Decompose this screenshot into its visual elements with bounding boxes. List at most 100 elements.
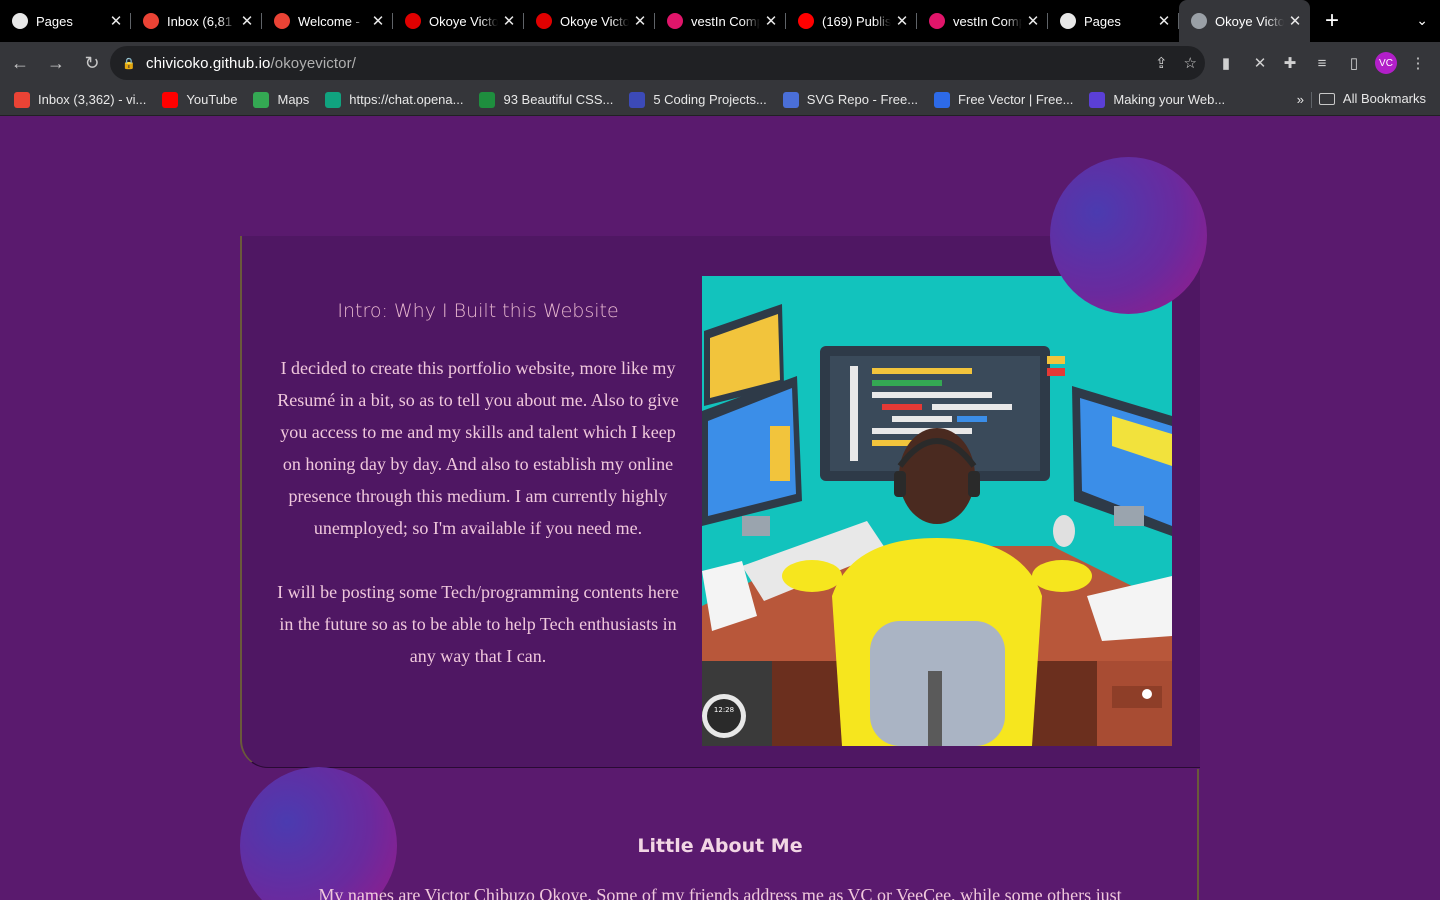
extensions-puzzle-icon[interactable]: ✚ (1278, 51, 1302, 75)
bookmark-item[interactable]: 93 Beautiful CSS... (479, 91, 614, 108)
intro-paragraph: I decided to create this portfolio websi… (277, 358, 679, 538)
extension-translate-icon[interactable]: ✕ (1248, 51, 1272, 75)
bookmark-favicon-icon (1089, 91, 1106, 108)
all-bookmarks-label: All Bookmarks (1342, 91, 1426, 106)
gmail-icon (274, 13, 290, 29)
all-bookmarks-button[interactable]: All Bookmarks (1318, 91, 1426, 106)
share-icon[interactable]: ⇪ (1155, 54, 1168, 72)
bookmark-label: https://chat.opena... (349, 92, 464, 107)
bookmark-item[interactable]: 5 Coding Projects... (629, 91, 767, 108)
browser-tab[interactable]: Welcome - ✕ (262, 0, 393, 42)
tab-close-icon[interactable]: ✕ (891, 12, 913, 30)
bookmark-item[interactable]: Inbox (3,362) - vi... (14, 91, 147, 108)
bookmarks-overflow-button[interactable]: » (1297, 92, 1304, 107)
tab-strip: Pages ✕ Inbox (6,81 ✕ Welcome - ✕ Okoye Victo… (0, 0, 1440, 42)
browser-tab[interactable]: Okoye Victo ✕ (393, 0, 524, 42)
bookmark-favicon-icon (782, 91, 799, 108)
bookmark-item[interactable]: https://chat.opena... (325, 91, 464, 108)
tab-close-icon[interactable]: ✕ (367, 12, 389, 30)
url-text[interactable]: chivicoko.github.io/okoyevictor/ (146, 55, 356, 72)
tab-close-icon[interactable]: ✕ (1022, 12, 1044, 30)
profile-avatar[interactable]: VC (1375, 52, 1397, 74)
intro-paragraph: I will be posting some Tech/programming … (277, 582, 679, 666)
about-text: My names are Victor Chibuzo Okoye. Some … (318, 885, 1122, 900)
bookmark-item[interactable]: Maps (253, 91, 310, 108)
bookmark-favicon-icon (253, 91, 270, 108)
github-icon (12, 13, 28, 29)
url-host: chivicoko.github.io (146, 54, 271, 72)
media-control-icon[interactable]: ≡ (1310, 51, 1334, 75)
vestin-icon (667, 13, 683, 29)
tab-title: (169) Publis (822, 13, 891, 29)
intro-title: Intro: Why I Built this Website (337, 300, 619, 322)
browser-tab[interactable]: Pages ✕ (0, 0, 131, 42)
browser-tab[interactable]: vestIn Comp ✕ (655, 0, 786, 42)
new-tab-button[interactable]: + (1310, 0, 1354, 42)
tab-title: Pages (1084, 13, 1121, 29)
developer-at-desk-image: 12:28 (702, 276, 1172, 746)
bookmark-item[interactable]: YouTube (162, 91, 237, 108)
bookmarks-divider (1311, 92, 1312, 108)
youtube-icon (798, 13, 814, 29)
bookmark-list: Inbox (3,362) - vi... YouTube Maps https://… (14, 91, 1241, 108)
tab-close-icon[interactable]: ✕ (236, 12, 258, 30)
browser-tab[interactable]: Okoye Victo ✕ (524, 0, 655, 42)
bookmark-label: SVG Repo - Free... (806, 92, 919, 107)
folder-icon (1318, 92, 1335, 105)
tab-close-icon[interactable]: ✕ (1284, 12, 1306, 30)
bookmark-red-icon (405, 13, 421, 29)
bookmark-favicon-icon (479, 91, 496, 108)
tab-search-icon[interactable]: ⌄ (1416, 12, 1428, 29)
bookmark-favicon-icon (629, 91, 646, 108)
bookmark-label: Free Vector | Free... (958, 92, 1074, 107)
clock-time-text: 12:28 (714, 706, 734, 714)
page-content: Intro: Why I Built this Website I decide… (0, 117, 1440, 900)
reload-button[interactable]: ↻ (76, 47, 108, 79)
developer-illustration: 12:28 (702, 276, 1172, 746)
tab-close-icon[interactable]: ✕ (1153, 12, 1175, 30)
browser-tab[interactable]: vestIn Comp ✕ (917, 0, 1048, 42)
github-icon (1060, 13, 1076, 29)
bookmark-label: 93 Beautiful CSS... (503, 92, 614, 107)
tab-close-icon[interactable]: ✕ (105, 12, 127, 30)
tab-title: Okoye Victo (429, 13, 498, 29)
bookmark-label: Maps (277, 92, 310, 107)
bookmark-item[interactable]: Making your Web... (1089, 91, 1226, 108)
bookmark-favicon-icon (325, 91, 342, 108)
intro-card: Intro: Why I Built this Website I decide… (240, 236, 1200, 768)
bookmark-red-icon (536, 13, 552, 29)
tab-close-icon[interactable]: ✕ (498, 12, 520, 30)
gmail-icon (143, 13, 159, 29)
url-path: /okoyevictor/ (270, 54, 356, 72)
about-title: Little About Me (637, 835, 803, 857)
tab-title: Okoye Victo (560, 13, 629, 29)
side-panel-icon[interactable]: ▯ (1342, 51, 1366, 75)
forward-button[interactable]: → (40, 47, 72, 79)
decorative-circle-top (1050, 157, 1207, 314)
address-bar[interactable]: 🔒 chivicoko.github.io/okoyevictor/ ⇪ ☆ (110, 46, 1205, 80)
tab-close-icon[interactable]: ✕ (760, 12, 782, 30)
bookmark-favicon-icon (162, 91, 179, 108)
tab-close-icon[interactable]: ✕ (629, 12, 651, 30)
bookmark-label: Making your Web... (1113, 92, 1226, 107)
bookmark-item[interactable]: SVG Repo - Free... (782, 91, 919, 108)
tab-title: Okoye Victo (1215, 13, 1284, 29)
tab-title: Welcome - (298, 13, 360, 29)
browser-tab[interactable]: Pages ✕ (1048, 0, 1179, 42)
back-button[interactable]: ← (4, 47, 36, 79)
bookmarks-bar: Inbox (3,362) - vi... YouTube Maps https://… (0, 84, 1440, 116)
browser-tab[interactable]: Okoye Victo ✕ (1179, 0, 1310, 42)
bookmark-star-icon[interactable]: ☆ (1184, 54, 1197, 72)
browser-tab[interactable]: (169) Publis ✕ (786, 0, 917, 42)
bookmark-item[interactable]: Free Vector | Free... (934, 91, 1074, 108)
bookmark-label: Inbox (3,362) - vi... (38, 92, 147, 107)
tab-title: vestIn Comp (691, 13, 760, 29)
extension-docs-icon[interactable]: ▮ (1214, 51, 1238, 75)
lock-icon[interactable]: 🔒 (122, 57, 136, 70)
bookmark-favicon-icon (14, 91, 30, 108)
globe-icon (1191, 13, 1207, 29)
browser-tab[interactable]: Inbox (6,81 ✕ (131, 0, 262, 42)
tab-title: Pages (36, 13, 73, 29)
tab-list: Pages ✕ Inbox (6,81 ✕ Welcome - ✕ Okoye Victo… (0, 0, 1310, 42)
menu-kebab-icon[interactable]: ⋮ (1406, 51, 1430, 75)
